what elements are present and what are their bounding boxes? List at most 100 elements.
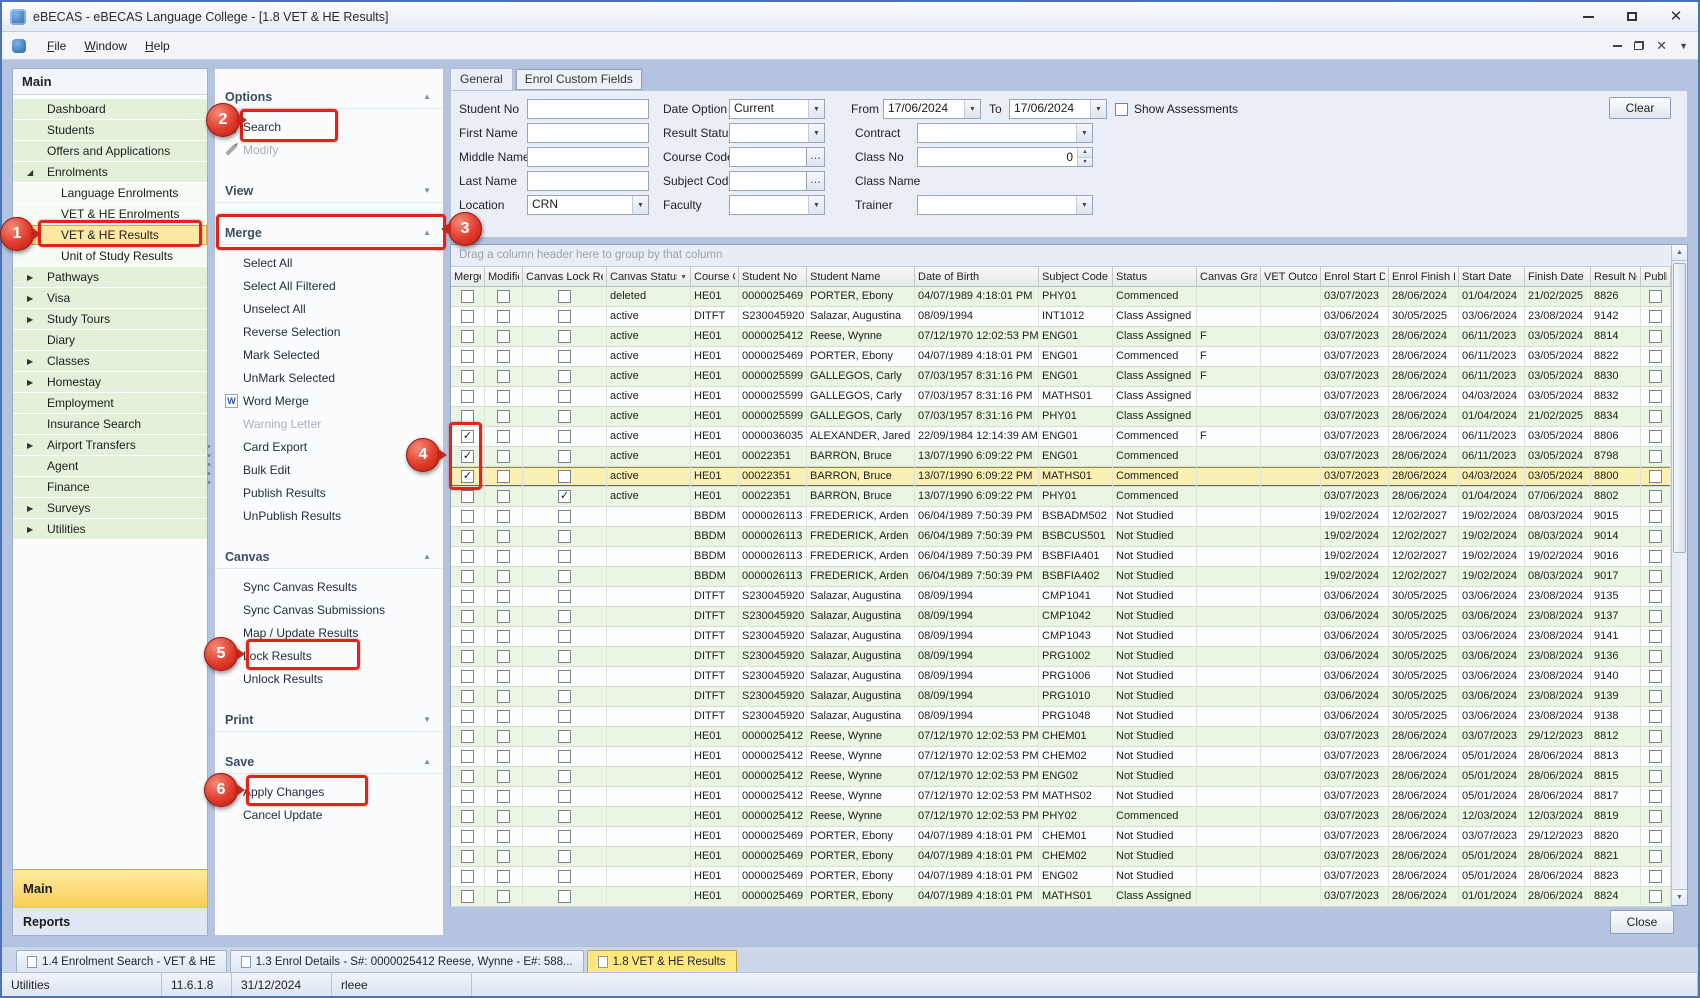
canvas-lock-result-checkbox[interactable] <box>558 310 571 323</box>
merge-checkbox[interactable] <box>461 790 474 803</box>
publish-checkbox[interactable] <box>1649 550 1662 563</box>
table-row[interactable]: HE010000025412Reese, Wynne07/12/1970 12:… <box>451 807 1671 827</box>
publish-checkbox[interactable] <box>1649 770 1662 783</box>
collapse-icon[interactable]: ▲ <box>423 552 431 561</box>
canvas-lock-result-checkbox[interactable] <box>558 610 571 623</box>
column-header-course-code[interactable]: Course Code <box>691 267 739 287</box>
student-no-input[interactable] <box>527 99 649 119</box>
mdi-minimize-icon[interactable] <box>1613 45 1622 47</box>
filter-icon[interactable]: ▼ <box>680 274 687 281</box>
sidebar-item-study-tours[interactable]: ▶Study Tours <box>13 309 207 330</box>
column-header-subject-code[interactable]: Subject Code <box>1039 267 1113 287</box>
result-status-select[interactable]: ▼ <box>729 123 825 143</box>
publish-checkbox[interactable] <box>1649 810 1662 823</box>
merge-checkbox[interactable] <box>461 470 474 483</box>
action-sync-canvas-results[interactable]: Sync Canvas Results <box>215 575 443 598</box>
contract-select[interactable]: ▼ <box>917 123 1093 143</box>
table-row[interactable]: HE010000025469PORTER, Ebony04/07/1989 4:… <box>451 887 1671 907</box>
action-map-update-results[interactable]: Map / Update Results <box>215 621 443 644</box>
expand-icon[interactable]: ▼ <box>423 186 431 195</box>
merge-checkbox[interactable] <box>461 750 474 763</box>
action-sync-canvas-submissions[interactable]: Sync Canvas Submissions <box>215 598 443 621</box>
publish-checkbox[interactable] <box>1649 690 1662 703</box>
publish-checkbox[interactable] <box>1649 590 1662 603</box>
modified-checkbox[interactable] <box>497 570 510 583</box>
canvas-lock-result-checkbox[interactable] <box>558 790 571 803</box>
sidebar-item-homestay[interactable]: ▶Homestay <box>13 372 207 393</box>
merge-checkbox[interactable] <box>461 350 474 363</box>
chevron-down-icon[interactable]: ▼ <box>632 196 648 214</box>
modified-checkbox[interactable] <box>497 730 510 743</box>
show-assessments-checkbox[interactable]: Show Assessments <box>1115 99 1238 119</box>
clear-button[interactable]: Clear <box>1609 97 1671 119</box>
first-name-input[interactable] <box>527 123 649 143</box>
merge-checkbox[interactable] <box>461 450 474 463</box>
mdi-close-icon[interactable]: ✕ <box>1656 39 1667 52</box>
collapsed-icon[interactable]: ▶ <box>27 441 47 450</box>
publish-checkbox[interactable] <box>1649 390 1662 403</box>
last-name-input[interactable] <box>527 171 649 191</box>
canvas-lock-result-checkbox[interactable] <box>558 370 571 383</box>
merge-checkbox[interactable] <box>461 510 474 523</box>
vertical-scrollbar[interactable]: ▲ ▼ <box>1671 245 1687 905</box>
publish-checkbox[interactable] <box>1649 850 1662 863</box>
column-header-publish[interactable]: Publish <box>1641 267 1671 287</box>
merge-checkbox[interactable] <box>461 850 474 863</box>
column-header-canvas-status[interactable]: Canvas Status▼ <box>607 267 691 287</box>
canvas-lock-result-checkbox[interactable] <box>558 710 571 723</box>
tab-general[interactable]: General <box>450 68 513 90</box>
modified-checkbox[interactable] <box>497 650 510 663</box>
column-header-canvas-lock-result[interactable]: Canvas Lock Result <box>523 267 607 287</box>
merge-checkbox[interactable] <box>461 590 474 603</box>
modified-checkbox[interactable] <box>497 490 510 503</box>
collapsed-icon[interactable]: ▶ <box>27 525 47 534</box>
column-header-date-of-birth[interactable]: Date of Birth <box>915 267 1039 287</box>
scroll-down-icon[interactable]: ▼ <box>1672 889 1687 905</box>
publish-checkbox[interactable] <box>1649 450 1662 463</box>
modified-checkbox[interactable] <box>497 770 510 783</box>
faculty-select[interactable]: ▼ <box>729 195 825 215</box>
modified-checkbox[interactable] <box>497 850 510 863</box>
collapsed-icon[interactable]: ▶ <box>27 294 47 303</box>
modified-checkbox[interactable] <box>497 690 510 703</box>
merge-checkbox[interactable] <box>461 390 474 403</box>
chevron-down-icon[interactable]: ▼ <box>808 196 824 214</box>
publish-checkbox[interactable] <box>1649 310 1662 323</box>
collapsed-icon[interactable]: ▶ <box>27 378 47 387</box>
column-header-enrol-start-date[interactable]: Enrol Start Date <box>1321 267 1389 287</box>
canvas-lock-result-checkbox[interactable] <box>558 690 571 703</box>
modified-checkbox[interactable] <box>497 870 510 883</box>
expand-icon[interactable]: ▼ <box>423 715 431 724</box>
sidebar-item-finance[interactable]: Finance <box>13 477 207 498</box>
mdi-tab-1-8-vet-he-results[interactable]: 1.8 VET & HE Results <box>587 950 737 972</box>
table-row[interactable]: DITFTS230045920Salazar, Augustina08/09/1… <box>451 707 1671 727</box>
column-header-vet-outcome[interactable]: VET Outcome <box>1261 267 1321 287</box>
table-row[interactable]: activeHE010000025469PORTER, Ebony04/07/1… <box>451 347 1671 367</box>
sidebar-item-utilities[interactable]: ▶Utilities <box>13 519 207 540</box>
column-header-start-date[interactable]: Start Date <box>1459 267 1525 287</box>
from-date-select[interactable]: 17/06/2024▼ <box>883 99 981 119</box>
table-row[interactable]: HE010000025469PORTER, Ebony04/07/1989 4:… <box>451 827 1671 847</box>
modified-checkbox[interactable] <box>497 350 510 363</box>
column-header-canvas-grade[interactable]: Canvas Grade <box>1197 267 1261 287</box>
canvas-lock-result-checkbox[interactable] <box>558 890 571 903</box>
publish-checkbox[interactable] <box>1649 790 1662 803</box>
mdi-tab-1-3-enrol-details[interactable]: 1.3 Enrol Details - S#: 0000025412 Reese… <box>230 950 584 972</box>
menu-file[interactable]: File <box>38 36 75 56</box>
merge-checkbox[interactable] <box>461 310 474 323</box>
table-row[interactable]: activeDITFTS230045920Salazar, Augustina0… <box>451 307 1671 327</box>
merge-checkbox[interactable] <box>461 870 474 883</box>
canvas-lock-result-checkbox[interactable] <box>558 490 571 503</box>
canvas-lock-result-checkbox[interactable] <box>558 850 571 863</box>
modified-checkbox[interactable] <box>497 510 510 523</box>
canvas-lock-result-checkbox[interactable] <box>558 290 571 303</box>
canvas-lock-result-checkbox[interactable] <box>558 630 571 643</box>
group-print[interactable]: Print▼ <box>215 708 443 732</box>
action-bulk-edit[interactable]: Bulk Edit <box>215 458 443 481</box>
merge-checkbox[interactable] <box>461 690 474 703</box>
canvas-lock-result-checkbox[interactable] <box>558 730 571 743</box>
mdi-restore-icon[interactable] <box>1634 41 1644 50</box>
table-row[interactable]: BBDM0000026113FREDERICK, Arden06/04/1989… <box>451 507 1671 527</box>
merge-checkbox[interactable] <box>461 490 474 503</box>
sidebar-item-diary[interactable]: Diary <box>13 330 207 351</box>
